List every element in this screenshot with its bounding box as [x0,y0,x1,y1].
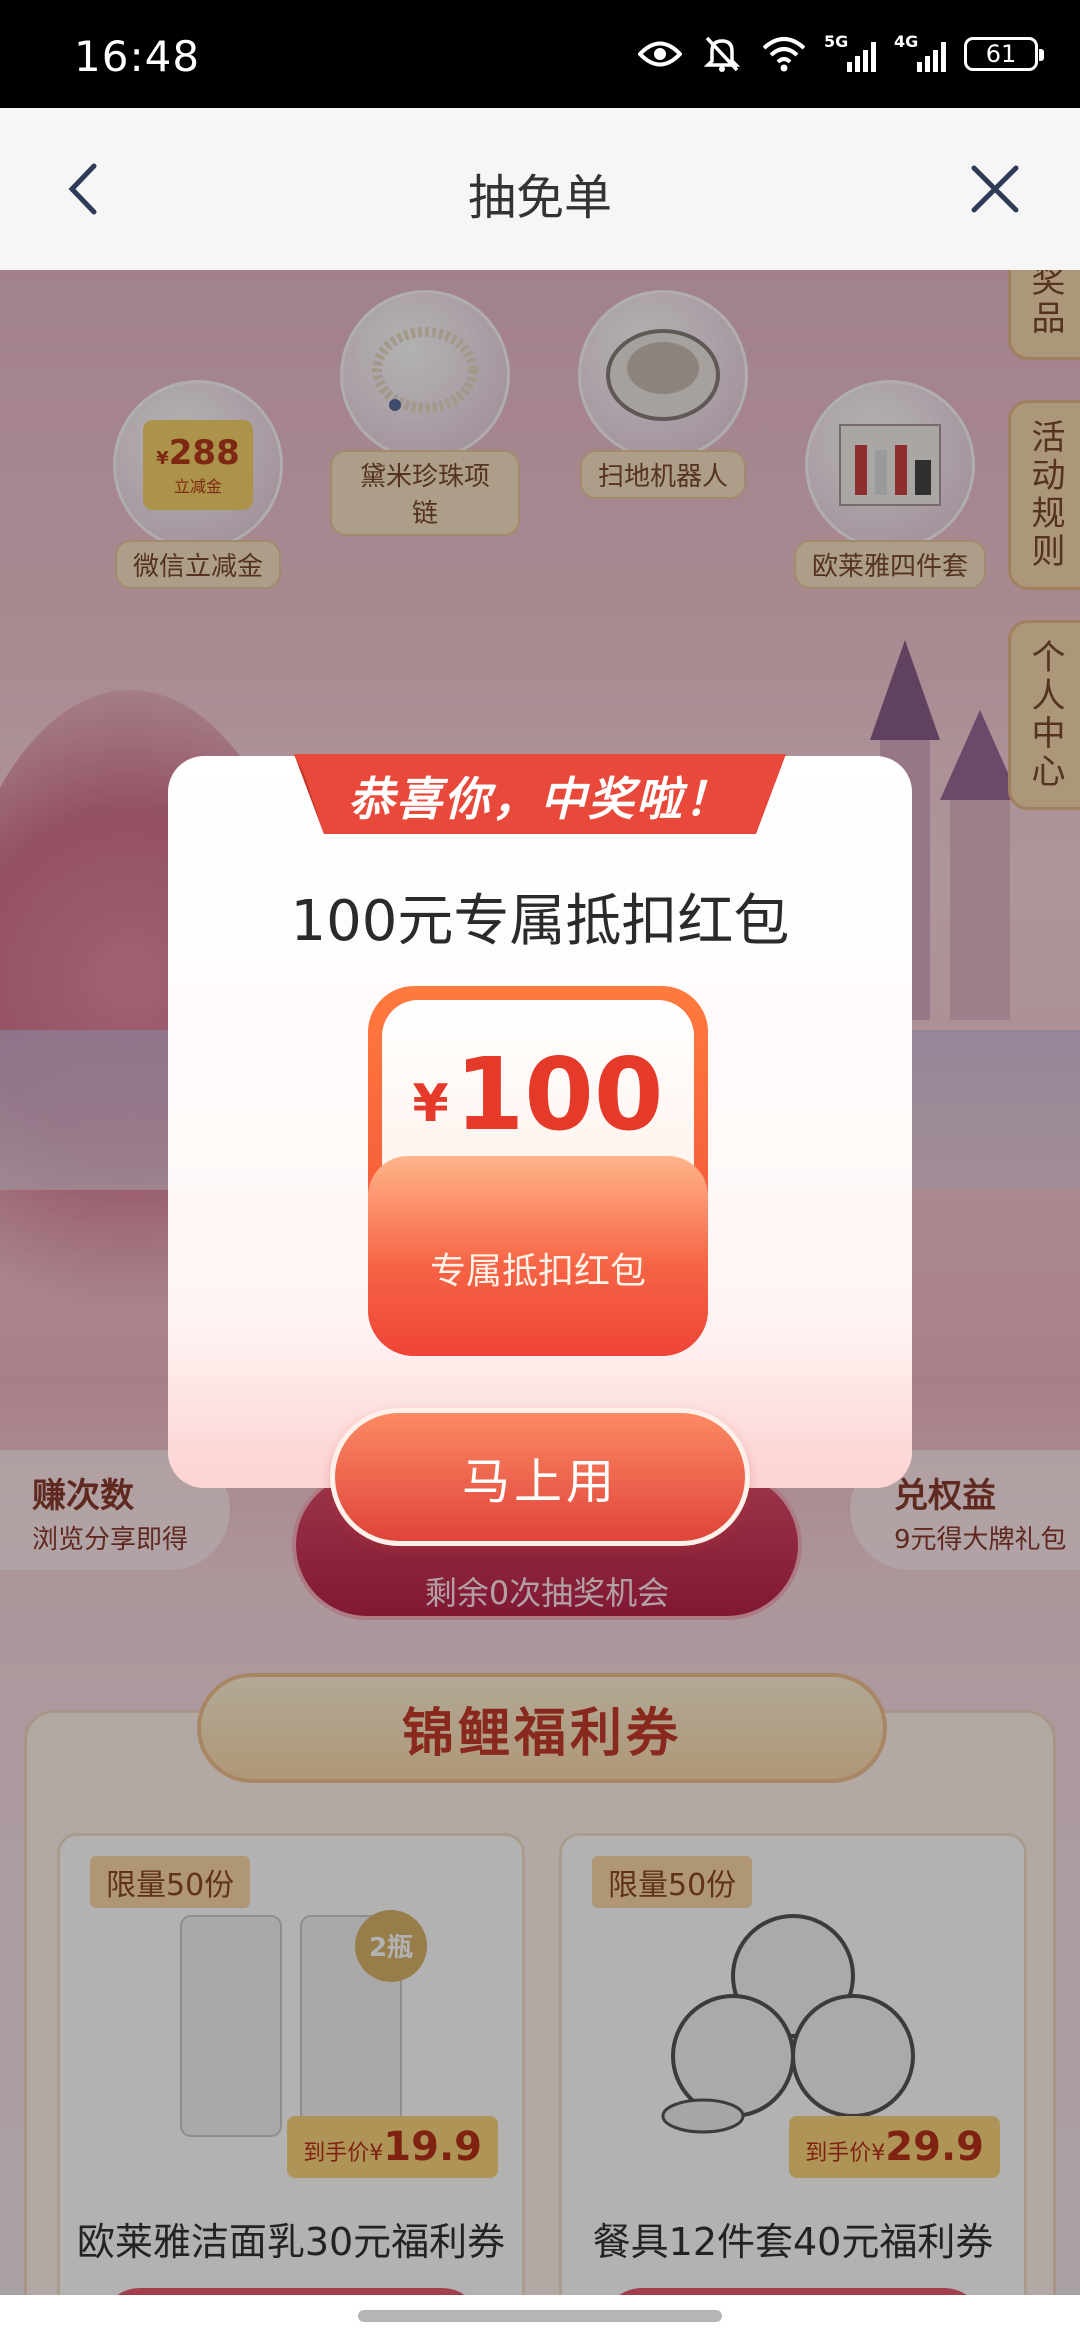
amount-value: 100 [454,1036,664,1153]
signal-4g-icon: 4G [894,32,946,74]
home-indicator[interactable] [358,2310,722,2322]
congrats-text: 恭喜你，中奖啦！ [348,772,732,826]
win-modal: 恭喜你，中奖啦！ 100元专属抵扣红包 ¥100 专属抵扣红包 [168,754,912,1488]
status-bar: 16:48 5G 4G 61 [0,0,1080,108]
prize-title: 100元专属抵扣红包 [290,889,790,954]
battery-level: 61 [985,40,1017,68]
red-packet-amount: ¥100 [368,1036,708,1153]
use-now-button[interactable]: 马上用 [330,1408,750,1546]
close-icon [971,165,1019,213]
wifi-icon [762,34,806,74]
page-title: 抽免单 [467,170,612,226]
close-button[interactable] [960,154,1030,224]
status-icons: 5G 4G 61 [638,32,1044,74]
gesture-bar [0,2295,1080,2340]
signal-5g-icon: 5G [824,32,876,74]
red-packet: ¥100 专属抵扣红包 [368,986,708,1356]
currency-symbol: ¥ [412,1074,449,1134]
signal-5g-label: 5G [824,32,849,51]
signal-4g-label: 4G [894,32,919,51]
battery-icon: 61 [964,37,1044,71]
red-packet-label: 专属抵扣红包 [429,1251,646,1292]
eye-icon [638,34,682,74]
nav-bar: 抽免单 [0,108,1080,270]
status-time: 16:48 [74,32,201,81]
mute-bell-icon [700,34,744,74]
